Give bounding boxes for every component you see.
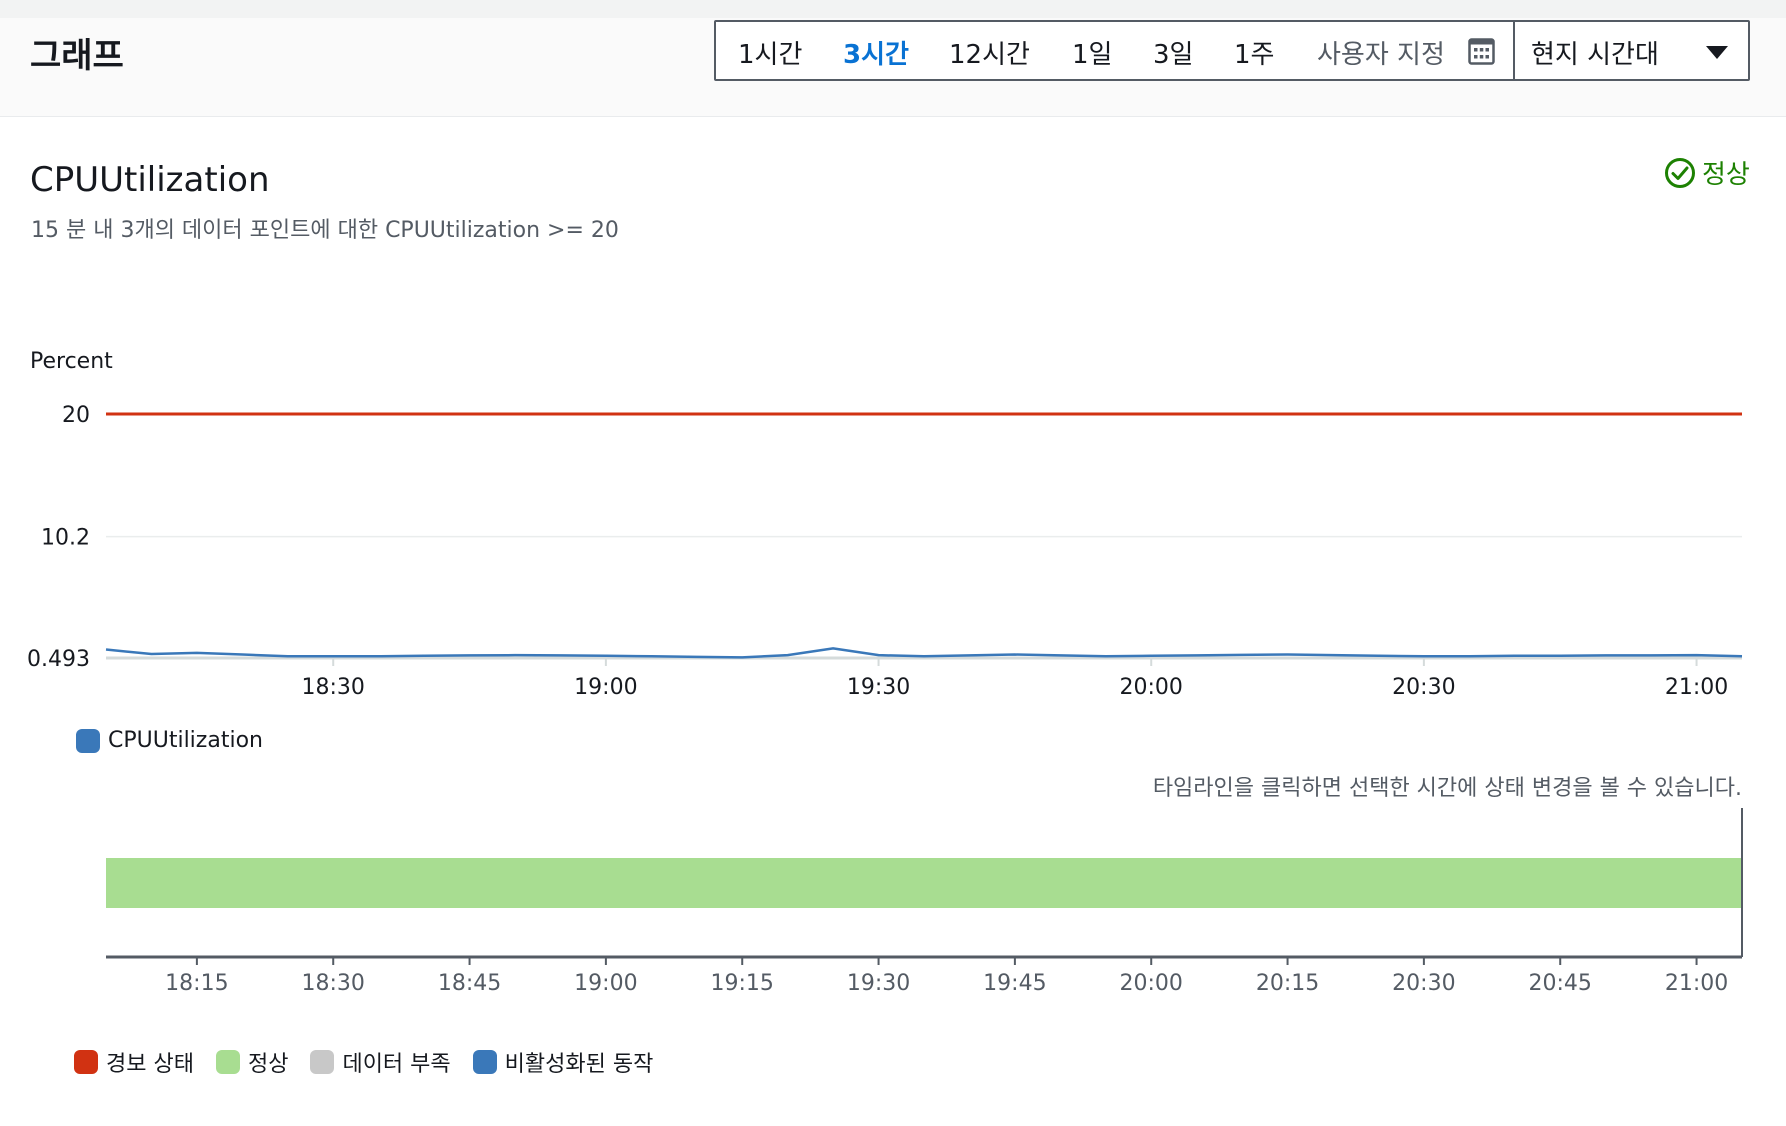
timeline-tick-label: 20:30 bbox=[1392, 971, 1455, 996]
time-range-selector: 1시간 3시간 12시간 1일 3일 1주 사용자 지정 현지 시간대 bbox=[714, 20, 1750, 81]
top-strip bbox=[0, 0, 1786, 18]
y-tick-label: 0.493 bbox=[27, 647, 90, 672]
state-legend-swatch bbox=[472, 1050, 497, 1074]
y-axis-label: Percent bbox=[30, 349, 113, 374]
timeline-state-ok[interactable] bbox=[106, 858, 1742, 908]
state-legend-label: 데이터 부족 bbox=[342, 1052, 451, 1077]
range-12h[interactable]: 12시간 bbox=[949, 34, 1030, 71]
x-tick-label: 18:30 bbox=[302, 675, 365, 700]
metric-chart[interactable]: 20 10.2 0.493 18:30 19:00 19:30 20:00 20:30 21:… bbox=[0, 380, 1786, 710]
x-tick-label: 19:30 bbox=[847, 675, 910, 700]
timeline-tick-label: 19:30 bbox=[847, 971, 910, 996]
y-tick-label: 20 bbox=[62, 403, 90, 428]
timeline-tick-label: 20:00 bbox=[1120, 971, 1183, 996]
range-1h[interactable]: 1시간 bbox=[738, 34, 802, 71]
y-ticks: 20 10.2 0.493 bbox=[27, 403, 90, 672]
alarm-status: 정상 bbox=[1664, 154, 1750, 191]
x-tick-label: 20:00 bbox=[1120, 675, 1183, 700]
chart-legend: CPUUtilization bbox=[76, 728, 285, 753]
timeline-tick-label: 20:15 bbox=[1256, 971, 1319, 996]
timeline-tick-label: 19:45 bbox=[983, 971, 1046, 996]
alarm-condition: 15 분 내 3개의 데이터 포인트에 대한 CPUUtilization >=… bbox=[31, 218, 619, 243]
range-1d[interactable]: 1일 bbox=[1072, 34, 1112, 71]
range-3h[interactable]: 3시간 bbox=[843, 34, 909, 71]
timeline-tick-label: 21:00 bbox=[1665, 971, 1728, 996]
state-timeline[interactable]: 18:15 18:30 18:45 19:00 19:15 19:30 19:45 20:00… bbox=[0, 800, 1786, 1000]
state-legend: 경보 상태 정상 데이터 부족 비활성화된 동작 bbox=[74, 1046, 675, 1078]
x-tick-label: 19:00 bbox=[574, 675, 637, 700]
range-3d[interactable]: 3일 bbox=[1153, 34, 1193, 71]
state-legend-label: 정상 bbox=[247, 1052, 289, 1077]
legend-swatch-cpuutilization bbox=[76, 728, 100, 753]
timeline-layer: 18:15 18:30 18:45 19:00 19:15 19:30 19:45 20:00… bbox=[106, 808, 1743, 996]
range-1w[interactable]: 1주 bbox=[1234, 34, 1274, 71]
timeline-hint: 타임라인을 클릭하면 선택한 시간에 상태 변경을 볼 수 있습니다. bbox=[1152, 776, 1742, 801]
state-legend-swatch bbox=[310, 1050, 335, 1074]
data-points bbox=[101, 643, 1747, 662]
caret-down-icon[interactable] bbox=[1706, 46, 1728, 59]
state-legend-label: 비활성화된 동작 bbox=[504, 1052, 654, 1077]
timeline-tick-label: 19:15 bbox=[711, 971, 774, 996]
x-tick-label: 21:00 bbox=[1665, 675, 1728, 700]
timeline-tick-label: 18:45 bbox=[438, 971, 501, 996]
state-legend-swatch bbox=[215, 1050, 240, 1074]
timezone-divider bbox=[1513, 22, 1515, 79]
timeline-tick-label: 18:15 bbox=[165, 971, 228, 996]
x-ticks: 18:30 19:00 19:30 20:00 20:30 21:00 bbox=[302, 658, 1728, 700]
page-title: 그래프 bbox=[30, 36, 124, 76]
timeline-tick-label: 20:45 bbox=[1529, 971, 1592, 996]
calendar-icon[interactable] bbox=[1468, 38, 1495, 65]
metric-graph-panel: 그래프 1시간 3시간 12시간 1일 3일 1주 사용자 지정 현지 시간대 bbox=[0, 0, 1786, 1126]
state-legend-swatch bbox=[74, 1050, 98, 1074]
state-legend-label: 경보 상태 bbox=[106, 1052, 194, 1077]
range-custom[interactable]: 사용자 지정 bbox=[1317, 34, 1445, 71]
y-tick-label: 10.2 bbox=[41, 526, 90, 551]
x-tick-label: 20:30 bbox=[1392, 675, 1455, 700]
legend-label-cpuutilization[interactable]: CPUUtilization bbox=[108, 728, 263, 753]
check-circle-icon bbox=[1665, 157, 1695, 188]
status-label: 정상 bbox=[1702, 160, 1750, 190]
graph-header: 그래프 1시간 3시간 12시간 1일 3일 1주 사용자 지정 현지 시간대 bbox=[0, 0, 1786, 117]
alarm-title: CPUUtilization bbox=[30, 160, 270, 200]
timeline-tick-label: 19:00 bbox=[574, 971, 637, 996]
timezone-select[interactable]: 현지 시간대 bbox=[1531, 34, 1659, 71]
grid-layer bbox=[106, 535, 1742, 660]
timeline-tick-label: 18:30 bbox=[302, 971, 365, 996]
